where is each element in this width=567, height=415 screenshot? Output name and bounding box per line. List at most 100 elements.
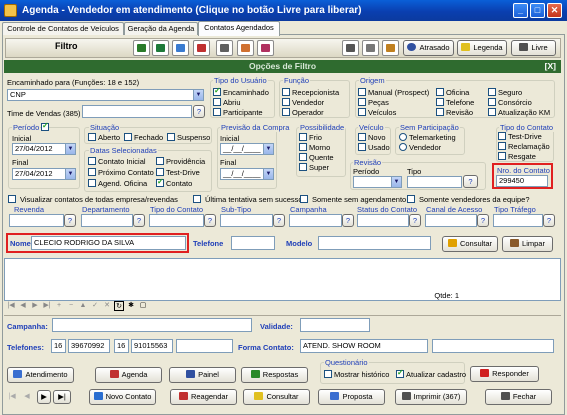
periodo-final-input[interactable]: 27/04/2012 ▼: [12, 168, 76, 180]
atualizar-cadastro-checkbox[interactable]: [396, 368, 404, 378]
limpar-button[interactable]: Limpar: [502, 236, 553, 252]
filter-icon[interactable]: ✱: [126, 301, 136, 311]
next-record-icon[interactable]: ▶: [30, 301, 40, 311]
legenda-button[interactable]: Legenda: [457, 40, 507, 56]
fechado-checkbox[interactable]: [124, 133, 132, 141]
revisao-tipo-input[interactable]: [407, 176, 462, 188]
ultima-tentativa-checkbox[interactable]: [193, 195, 201, 203]
nome-input[interactable]: CLECIO RODRIGO DA SILVA: [31, 236, 186, 250]
recepcionista-checkbox[interactable]: [282, 88, 290, 96]
seguro-checkbox[interactable]: [488, 88, 496, 96]
validade-input[interactable]: [300, 318, 370, 332]
sub-tipo-lookup-icon[interactable]: ?: [273, 214, 285, 227]
frio-checkbox[interactable]: [299, 133, 307, 141]
encaminhado-select[interactable]: CNP ▼: [7, 89, 204, 101]
tipo-trafego-lookup-icon[interactable]: ?: [543, 214, 555, 227]
proposta-button[interactable]: Proposta: [318, 389, 385, 405]
forma-contato-extra-input[interactable]: [432, 339, 554, 353]
fechar-button[interactable]: Fechar: [485, 389, 552, 405]
quente-checkbox[interactable]: [299, 153, 307, 161]
livre-button[interactable]: Livre: [511, 40, 556, 56]
atendimento-button[interactable]: Atendimento: [7, 367, 74, 383]
ddd2-input[interactable]: 16: [114, 339, 129, 353]
encaminhado-checkbox[interactable]: [213, 86, 221, 96]
oficina-checkbox[interactable]: [436, 88, 444, 96]
forma-contato-input[interactable]: ATEND. SHOW ROOM: [300, 339, 428, 353]
providencia-checkbox[interactable]: [156, 157, 164, 165]
telemarketing-radio[interactable]: [399, 133, 407, 141]
vendedor-radio[interactable]: [399, 143, 407, 151]
nro-contato-input[interactable]: 299450: [496, 175, 548, 187]
first-icon[interactable]: |◀: [7, 392, 17, 402]
super-checkbox[interactable]: [299, 163, 307, 171]
responder-button[interactable]: Responder: [470, 366, 539, 382]
tab-controle-contatos[interactable]: Controle de Contatos de Veículos: [2, 22, 124, 35]
veiculos-checkbox[interactable]: [358, 108, 366, 116]
minimize-icon[interactable]: _: [513, 3, 528, 18]
calendar-dropdown-icon[interactable]: ▼: [263, 144, 273, 154]
calendar-dropdown-icon[interactable]: ▼: [65, 169, 75, 179]
atrasado-button[interactable]: Atrasado: [403, 40, 454, 56]
close-options-button[interactable]: [X]: [545, 60, 556, 73]
ddd1-input[interactable]: 16: [51, 339, 66, 353]
last-record-icon[interactable]: ▶|: [42, 301, 52, 311]
refresh-icon[interactable]: ↻: [114, 301, 124, 311]
car-icon[interactable]: [342, 40, 359, 56]
pecas-checkbox[interactable]: [358, 98, 366, 106]
resgate-checkbox[interactable]: [498, 152, 506, 160]
proximo-contato-checkbox[interactable]: [88, 168, 96, 176]
consorcio-checkbox[interactable]: [488, 98, 496, 106]
campanha-filter-input[interactable]: [289, 214, 342, 227]
excel-icon[interactable]: [152, 40, 169, 56]
chevron-down-icon[interactable]: ▼: [193, 90, 203, 100]
participante-checkbox[interactable]: [213, 108, 221, 116]
export-icon[interactable]: [133, 40, 150, 56]
maximize-icon[interactable]: □: [530, 3, 545, 18]
agenda-button[interactable]: Agenda: [95, 367, 162, 383]
reagendar-button[interactable]: Reagendar: [170, 389, 237, 405]
document-icon[interactable]: [257, 40, 274, 56]
suspenso-checkbox[interactable]: [167, 133, 175, 141]
last-icon[interactable]: ▶|: [53, 390, 71, 404]
revisao-lookup-icon[interactable]: ?: [463, 175, 478, 188]
revisao-periodo-select[interactable]: ▼: [353, 176, 402, 188]
tab-geracao-agenda[interactable]: Geração da Agenda: [124, 22, 198, 35]
usado-checkbox[interactable]: [358, 143, 366, 151]
abriu-checkbox[interactable]: [213, 98, 221, 106]
status-contato-lookup-icon[interactable]: ?: [409, 214, 421, 227]
previsao-final-input[interactable]: __/__/____ ▼: [220, 168, 274, 180]
alarm-icon[interactable]: [382, 40, 399, 56]
print-preview-icon[interactable]: [216, 40, 233, 56]
tempo-vendas-lookup-icon[interactable]: ?: [193, 105, 205, 118]
revenda-lookup-icon[interactable]: ?: [64, 214, 76, 227]
telefone2-input[interactable]: 91015563: [131, 339, 173, 353]
report-icon[interactable]: [172, 40, 189, 56]
consultar-button[interactable]: Consultar: [243, 389, 310, 405]
agend-oficina-checkbox[interactable]: [88, 179, 96, 187]
prev-icon[interactable]: ◀: [22, 392, 32, 402]
insert-record-icon[interactable]: +: [54, 301, 64, 311]
painel-button[interactable]: Painel: [169, 367, 236, 383]
tipo-contato-filter-lookup-icon[interactable]: ?: [204, 214, 216, 227]
calendar-dropdown-icon[interactable]: ▼: [263, 169, 273, 179]
canal-acesso-input[interactable]: [425, 214, 477, 227]
campanha-filter-lookup-icon[interactable]: ?: [342, 214, 354, 227]
respostas-button[interactable]: Respostas: [241, 367, 308, 383]
chevron-down-icon[interactable]: ▼: [391, 177, 401, 187]
results-grid[interactable]: [4, 258, 561, 301]
contato-inicial-checkbox[interactable]: [88, 157, 96, 165]
vendedores-equipe-checkbox[interactable]: [407, 195, 415, 203]
telefone3-input[interactable]: [176, 339, 233, 353]
contato-checkbox[interactable]: [156, 177, 164, 187]
reclamacao-checkbox[interactable]: [498, 142, 506, 150]
calendar-icon[interactable]: [193, 40, 210, 56]
consultar-filter-button[interactable]: Consultar: [442, 236, 498, 252]
post-record-icon[interactable]: ✓: [90, 301, 100, 311]
periodo-checkbox[interactable]: [41, 121, 49, 131]
prior-record-icon[interactable]: ◀: [18, 301, 28, 311]
departamento-input[interactable]: [81, 214, 133, 227]
periodo-inicial-input[interactable]: 27/04/2012 ▼: [12, 143, 76, 155]
test-drive-checkbox[interactable]: [498, 132, 506, 140]
first-record-icon[interactable]: |◀: [6, 301, 16, 311]
operador-checkbox[interactable]: [282, 108, 290, 116]
